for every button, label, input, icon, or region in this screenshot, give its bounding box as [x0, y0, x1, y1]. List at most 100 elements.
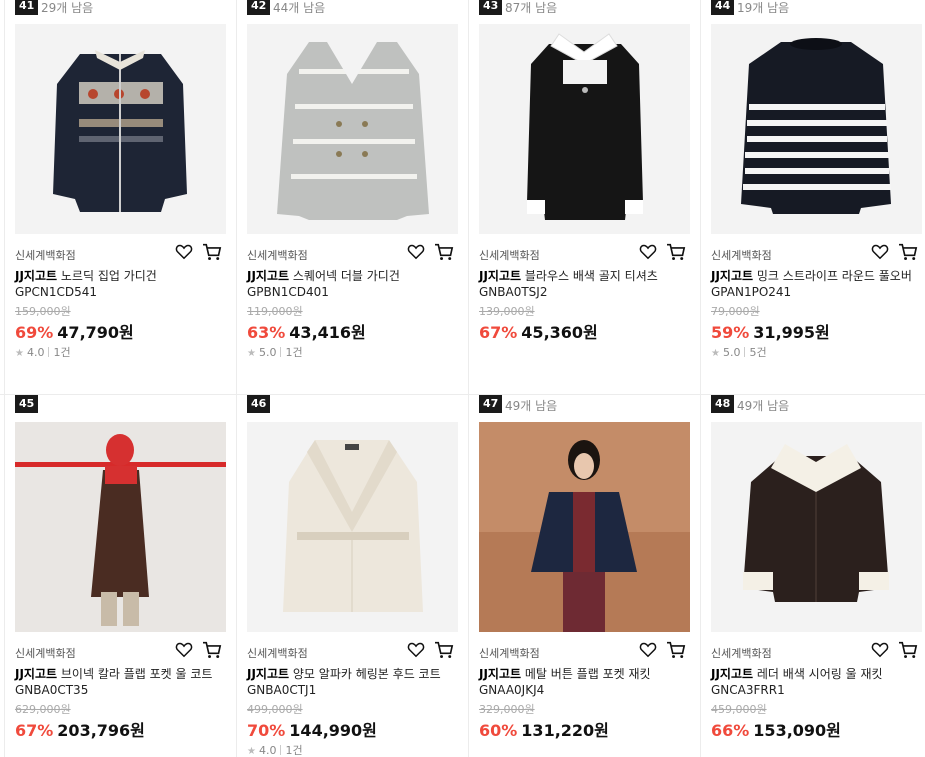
seller-name: 신세계백화점	[15, 647, 76, 660]
stock-count: 49개 남음	[737, 399, 790, 413]
rating: ★ 4.0 1건	[15, 344, 71, 360]
wishlist-heart-icon[interactable]	[407, 641, 425, 658]
product-row: 45 신세계백화점 JJ지고트 브이넥 칼라 플랩 포켓 울 코트 GNBA0C…	[0, 394, 925, 757]
sale-price: 45,360원	[521, 323, 598, 342]
rank-badge: 42	[247, 0, 271, 15]
wishlist-heart-icon[interactable]	[407, 243, 425, 260]
product-title[interactable]: JJ지고트 메탈 버튼 플랩 포켓 재킷 GNAA0JKJ4	[479, 666, 689, 698]
cart-icon[interactable]	[202, 641, 222, 659]
stock-count: 44개 남음	[273, 1, 326, 15]
original-price: 159,000원	[15, 305, 71, 318]
seller-name: 신세계백화점	[711, 249, 772, 262]
sale-price: 43,416원	[289, 323, 366, 342]
sale-price: 47,790원	[57, 323, 134, 342]
product-card[interactable]: 44 19개 남음 신세계백화점 JJ지고트 밍크 스트라이프 라운드 풀오버 …	[700, 0, 925, 394]
product-image[interactable]	[247, 422, 458, 632]
product-title[interactable]: JJ지고트 브이넥 칼라 플랩 포켓 울 코트 GNBA0CT35	[15, 666, 225, 698]
product-card[interactable]: 42 44개 남음 신세계백화점 JJ지고트 스퀘어넥 더블 가디건 GPBN1…	[236, 0, 468, 394]
brand-name: JJ지고트	[479, 667, 522, 681]
product-image[interactable]	[479, 24, 690, 234]
brand-name: JJ지고트	[711, 667, 754, 681]
sale-price: 31,995원	[753, 323, 830, 342]
brand-name: JJ지고트	[247, 269, 290, 283]
product-image[interactable]	[479, 422, 690, 632]
rank-badge: 46	[247, 395, 271, 413]
stock-count: 19개 남음	[737, 1, 790, 15]
wishlist-heart-icon[interactable]	[639, 243, 657, 260]
original-price: 79,000원	[711, 305, 760, 318]
product-card[interactable]: 48 49개 남음 신세계백화점 JJ지고트 레더 배색 시어링 울 재킷 GN…	[700, 395, 925, 757]
star-icon: ★	[15, 348, 24, 359]
star-icon: ★	[247, 348, 256, 359]
product-title[interactable]: JJ지고트 양모 알파카 헤링본 후드 코트 GNBA0CTJ1	[247, 666, 457, 698]
sale-price: 153,090원	[753, 721, 841, 740]
product-image[interactable]	[15, 422, 226, 632]
product-title[interactable]: JJ지고트 레더 배색 시어링 울 재킷 GNCA3FRR1	[711, 666, 921, 698]
divider	[280, 745, 282, 755]
product-card[interactable]: 46 신세계백화점 JJ지고트 양모 알파카 헤링본 후드 코트 GNBA0CT…	[236, 395, 468, 757]
cart-icon[interactable]	[434, 641, 454, 659]
cart-icon[interactable]	[898, 243, 918, 261]
cart-icon[interactable]	[202, 243, 222, 261]
product-card[interactable]: 43 87개 남음 신세계백화점 JJ지고트 블라우스 배색 골지 티셔츠 GN…	[468, 0, 700, 394]
divider	[280, 347, 282, 357]
original-price: 119,000원	[247, 305, 303, 318]
product-card[interactable]: 45 신세계백화점 JJ지고트 브이넥 칼라 플랩 포켓 울 코트 GNBA0C…	[4, 395, 236, 757]
price-line: 67% 203,796원	[15, 717, 145, 741]
rank-badge: 44	[711, 0, 735, 15]
product-title[interactable]: JJ지고트 블라우스 배색 골지 티셔츠 GNBA0TSJ2	[479, 268, 689, 300]
product-image[interactable]	[15, 24, 226, 234]
original-price: 139,000원	[479, 305, 535, 318]
brand-name: JJ지고트	[247, 667, 290, 681]
cart-icon[interactable]	[666, 243, 686, 261]
discount-rate: 60%	[479, 721, 518, 740]
product-card[interactable]: 41 29개 남음 신세계백화점 JJ지고트 노르딕 집업 가디건 GPCN1C…	[4, 0, 236, 394]
price-line: 70% 144,990원	[247, 717, 377, 741]
seller-name: 신세계백화점	[479, 647, 540, 660]
discount-rate: 70%	[247, 721, 286, 740]
product-title[interactable]: JJ지고트 스퀘어넥 더블 가디건 GPBN1CD401	[247, 268, 457, 300]
seller-name: 신세계백화점	[479, 249, 540, 262]
cart-icon[interactable]	[666, 641, 686, 659]
price-line: 59% 31,995원	[711, 319, 830, 343]
star-icon: ★	[711, 348, 720, 359]
cart-icon[interactable]	[434, 243, 454, 261]
rank-badge: 43	[479, 0, 503, 15]
wishlist-heart-icon[interactable]	[175, 641, 193, 658]
stock-count: 29개 남음	[41, 1, 94, 15]
brand-name: JJ지고트	[711, 269, 754, 283]
seller-name: 신세계백화점	[247, 647, 308, 660]
stock-count: 49개 남음	[505, 399, 558, 413]
wishlist-heart-icon[interactable]	[871, 243, 889, 260]
rating-score: 5.0	[722, 346, 741, 359]
product-image[interactable]	[247, 24, 458, 234]
divider	[48, 347, 50, 357]
price-line: 63% 43,416원	[247, 319, 366, 343]
product-image[interactable]	[711, 24, 922, 234]
original-price: 459,000원	[711, 703, 767, 716]
wishlist-heart-icon[interactable]	[175, 243, 193, 260]
discount-rate: 67%	[15, 721, 54, 740]
sale-price: 203,796원	[57, 721, 145, 740]
rating: ★ 5.0 1건	[247, 344, 303, 360]
product-card[interactable]: 47 49개 남음 신세계백화점 JJ지고트 메탈 버튼 플랩 포켓 재킷 GN…	[468, 395, 700, 757]
review-count: 5건	[749, 346, 767, 359]
rank-badge: 45	[15, 395, 39, 413]
sale-price: 144,990원	[289, 721, 377, 740]
rank-badge: 47	[479, 395, 503, 413]
original-price: 499,000원	[247, 703, 303, 716]
rating: ★ 5.0 5건	[711, 344, 767, 360]
price-line: 60% 131,220원	[479, 717, 609, 741]
wishlist-heart-icon[interactable]	[871, 641, 889, 658]
cart-icon[interactable]	[898, 641, 918, 659]
product-image[interactable]	[711, 422, 922, 632]
product-title[interactable]: JJ지고트 노르딕 집업 가디건 GPCN1CD541	[15, 268, 225, 300]
brand-name: JJ지고트	[15, 667, 58, 681]
rating-score: 4.0	[258, 744, 277, 757]
divider	[744, 347, 746, 357]
discount-rate: 67%	[479, 323, 518, 342]
wishlist-heart-icon[interactable]	[639, 641, 657, 658]
seller-name: 신세계백화점	[15, 249, 76, 262]
product-title[interactable]: JJ지고트 밍크 스트라이프 라운드 풀오버 GPAN1PO241	[711, 268, 921, 300]
price-line: 67% 45,360원	[479, 319, 598, 343]
